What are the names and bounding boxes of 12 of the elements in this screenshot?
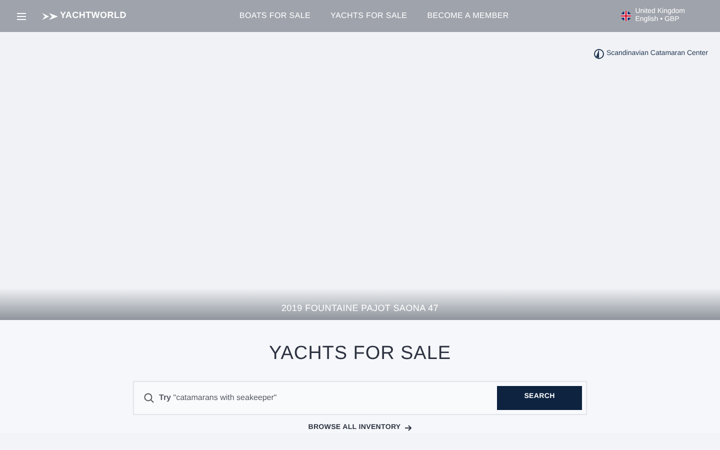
search-icon	[144, 392, 154, 402]
section-title: YACHTS FOR SALE	[268, 342, 452, 366]
search-placeholder: Try "catamarans with seakeeper"	[159, 392, 277, 404]
flag-icon[interactable]	[621, 11, 632, 21]
logo-icon	[42, 12, 58, 20]
sailboat-icon	[594, 48, 604, 60]
nav-link[interactable]: YACHTS FOR SALE	[330, 10, 408, 22]
site-logo[interactable]: YACHTWORLD	[60, 9, 126, 23]
nav-link[interactable]: BOATS FOR SALE	[239, 10, 311, 22]
arrow-icon	[404, 424, 412, 431]
nav-link[interactable]: BECOME A MEMBER	[427, 10, 509, 22]
listing-caption[interactable]: 2019 FOUNTAINE PAJOT SAONA 47	[281, 302, 439, 315]
